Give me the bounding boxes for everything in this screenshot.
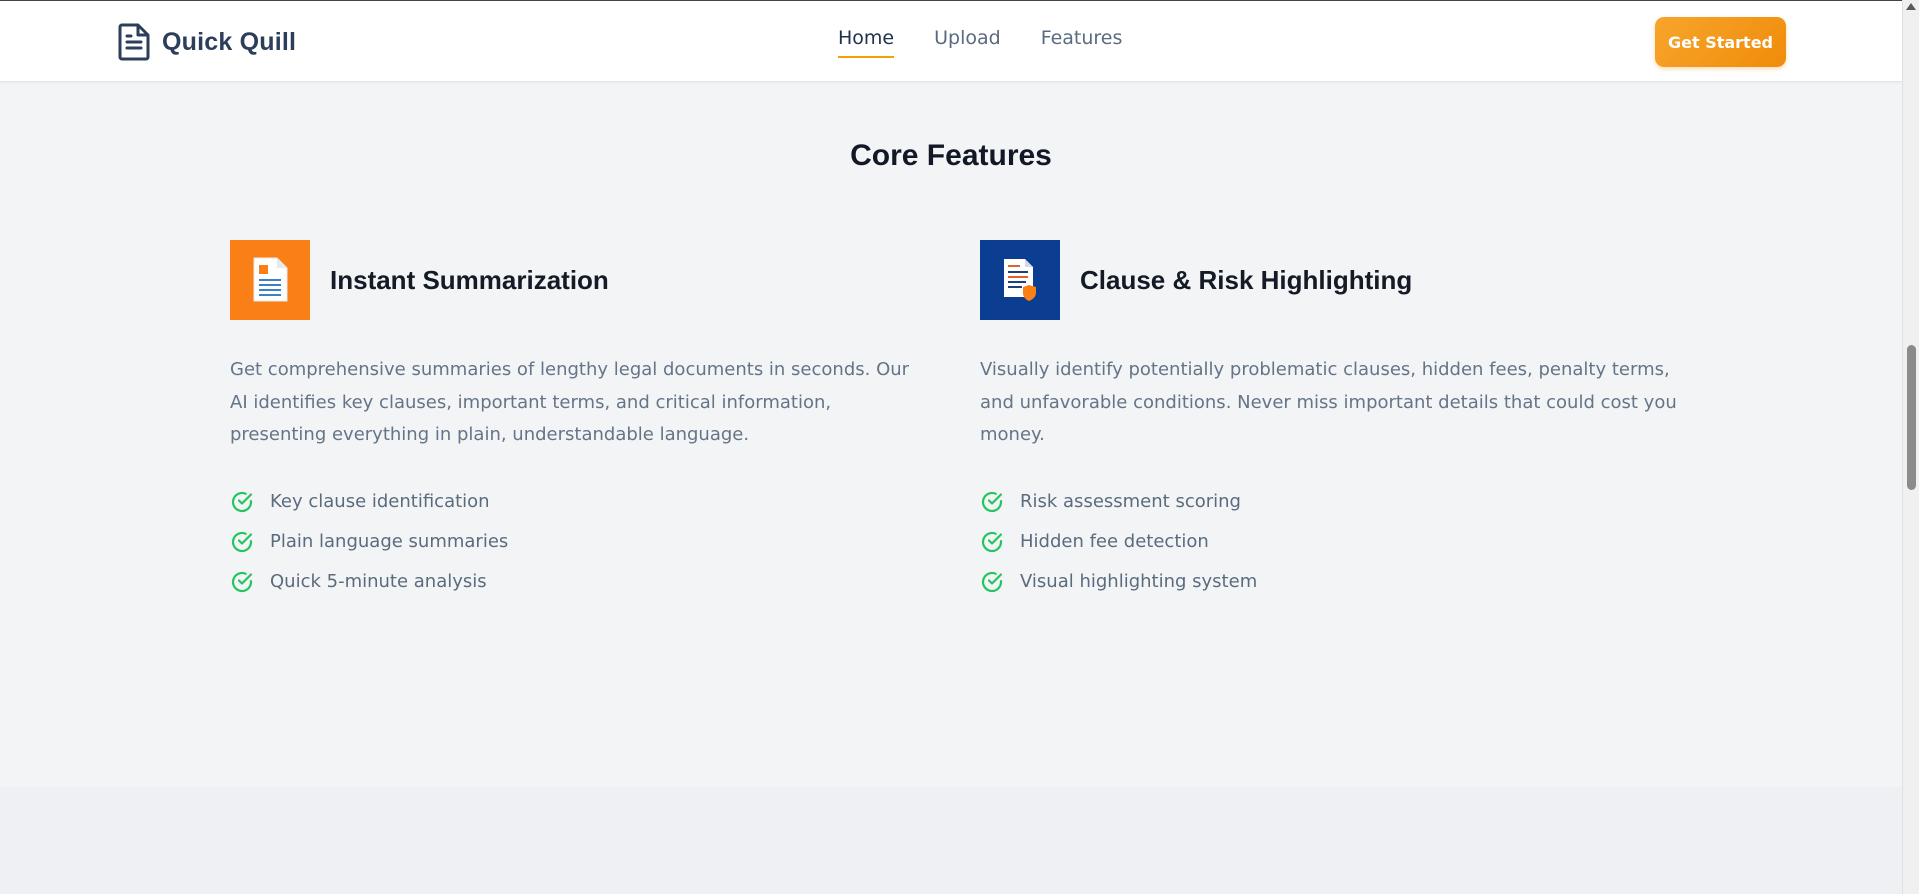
check-circle-icon <box>230 530 254 554</box>
list-item-label: Quick 5-minute analysis <box>270 571 487 592</box>
check-circle-icon <box>980 490 1004 514</box>
list-item: Key clause identification <box>230 482 930 522</box>
list-item: Quick 5-minute analysis <box>230 562 930 602</box>
check-circle-icon <box>980 570 1004 594</box>
feature-header: Clause & Risk Highlighting <box>980 240 1680 320</box>
list-item-label: Visual highlighting system <box>1020 571 1258 592</box>
vertical-scrollbar[interactable] <box>1902 0 1919 894</box>
document-icon <box>230 240 310 320</box>
page-viewport: Quick Quill Home Upload Features Get Sta… <box>0 0 1902 894</box>
brand-link[interactable]: Quick Quill <box>118 21 296 63</box>
check-circle-icon <box>230 570 254 594</box>
get-started-button[interactable]: Get Started <box>1655 17 1786 67</box>
nav-item-home: Home <box>838 27 895 58</box>
list-item-label: Hidden fee detection <box>1020 531 1209 552</box>
feature-description: Visually identify potentially problemati… <box>980 359 1677 445</box>
list-item: Visual highlighting system <box>980 562 1680 602</box>
feature-card-risk-highlighting: Clause & Risk Highlighting Visually iden… <box>980 240 1680 602</box>
nav-item-upload: Upload <box>934 27 1001 58</box>
document-shield-icon <box>980 240 1060 320</box>
brand-name: Quick Quill <box>162 27 297 56</box>
next-section-band <box>0 787 1902 894</box>
check-circle-icon <box>980 530 1004 554</box>
list-item-label: Plain language summaries <box>270 531 509 552</box>
feature-title: Clause & Risk Highlighting <box>1080 264 1413 295</box>
nav-item-features: Features <box>1041 27 1123 58</box>
list-item-label: Risk assessment scoring <box>1020 491 1241 512</box>
scrollbar-thumb[interactable] <box>1907 345 1916 490</box>
feature-header: Instant Summarization <box>230 240 930 320</box>
feature-description: Get comprehensive summaries of lengthy l… <box>230 359 910 445</box>
feature-list: Risk assessment scoring Hidden fee detec… <box>980 482 1680 602</box>
list-item: Plain language summaries <box>230 522 930 562</box>
navbar: Quick Quill Home Upload Features Get Sta… <box>0 1 1902 82</box>
feature-title: Instant Summarization <box>330 264 609 295</box>
nav-link-features[interactable]: Features <box>1041 27 1123 56</box>
section-title: Core Features <box>850 139 1052 172</box>
list-item-label: Key clause identification <box>270 491 490 512</box>
check-circle-icon <box>230 490 254 514</box>
scroll-up-arrow-icon[interactable] <box>1906 3 1916 10</box>
document-icon <box>118 23 150 61</box>
feature-list: Key clause identification Plain language… <box>230 482 930 602</box>
list-item: Hidden fee detection <box>980 522 1680 562</box>
nav-link-home[interactable]: Home <box>838 27 895 58</box>
nav-links: Home Upload Features <box>838 27 1122 58</box>
feature-card-summarization: Instant Summarization Get comprehensive … <box>230 240 930 602</box>
list-item: Risk assessment scoring <box>980 482 1680 522</box>
nav-link-upload[interactable]: Upload <box>934 27 1001 56</box>
